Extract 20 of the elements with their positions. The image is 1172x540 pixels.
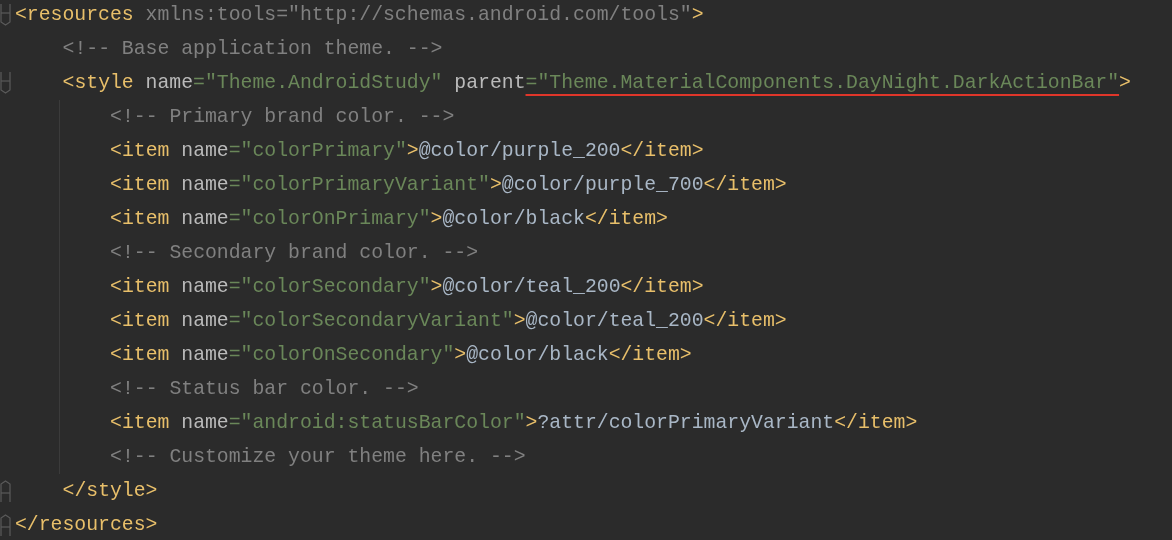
- code-line: <!-- Secondary brand color. -->: [110, 241, 479, 266]
- code-line: </style>: [62, 479, 158, 504]
- code-line: <style name="Theme.AndroidStudy" parent="Theme.MaterialComponents.DayNight.DarkActionBar">: [62, 71, 1131, 96]
- code-line: <item name="colorOnSecondary">@color/black</item>: [110, 343, 692, 368]
- code-line: <!-- Primary brand color. -->: [110, 105, 455, 130]
- fold-icon[interactable]: [0, 480, 11, 502]
- code-line: <!-- Base application theme. -->: [62, 37, 443, 62]
- fold-icon[interactable]: [0, 514, 11, 536]
- code-line: <item name="colorSecondary">@color/teal_200</item>: [110, 275, 704, 300]
- code-line: <!-- Status bar color. -->: [110, 377, 419, 402]
- code-line: <item name="android:statusBarColor">?attr/colorPrimaryVariant</item>: [110, 411, 918, 436]
- code-line: </resources>: [15, 513, 158, 538]
- code-line: <item name="colorSecondaryVariant">@color/teal_200</item>: [110, 309, 787, 334]
- fold-icon[interactable]: [0, 4, 11, 26]
- code-line: <!-- Customize your theme here. -->: [110, 445, 526, 470]
- code-line: <item name="colorPrimary">@color/purple_200</item>: [110, 139, 704, 164]
- code-line: <resources xmlns:tools="http://schemas.android.com/tools">: [15, 3, 704, 28]
- fold-icon[interactable]: [0, 72, 11, 94]
- code-line: <item name="colorPrimaryVariant">@color/purple_700</item>: [110, 173, 787, 198]
- code-line: <item name="colorOnPrimary">@color/black</item>: [110, 207, 668, 232]
